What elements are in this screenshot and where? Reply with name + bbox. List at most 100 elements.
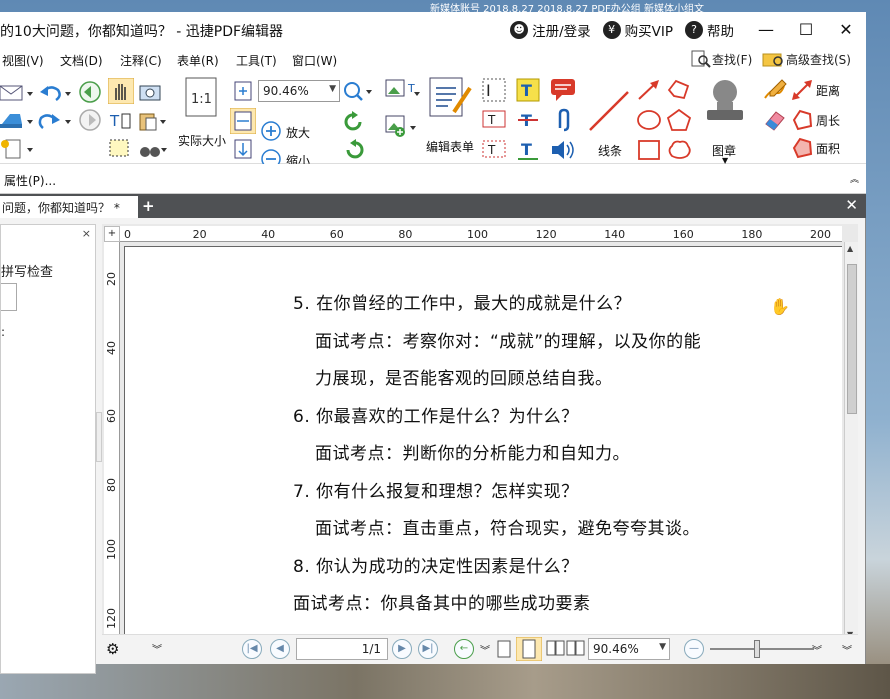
zoom-in-icon[interactable] xyxy=(260,120,282,142)
text-select-icon[interactable]: T xyxy=(108,110,134,132)
fit-width-icon[interactable] xyxy=(230,108,256,134)
pdf-page[interactable]: ✋ 5. 在你曾经的工作中，最大的成就是什么？ 面试考点：考察你对：“成就”的理解… xyxy=(124,246,842,644)
facing-page-icon[interactable] xyxy=(546,639,566,659)
vertical-scrollbar[interactable]: ▲ ▼ xyxy=(844,242,858,644)
zoom-slider[interactable] xyxy=(710,640,814,658)
maximize-button[interactable]: ☐ xyxy=(786,12,826,48)
distance-label[interactable]: 距离 xyxy=(816,82,840,99)
document-tab[interactable]: 问题，你都知道吗？ * xyxy=(0,196,138,218)
first-page-icon[interactable]: |◀ xyxy=(242,639,262,659)
next-page-icon[interactable]: ▶ xyxy=(392,639,412,659)
zoom-select[interactable]: 90.46% ▼ xyxy=(258,80,340,102)
go-back-icon[interactable]: ← xyxy=(454,639,474,659)
paste-icon[interactable] xyxy=(138,110,166,132)
menu-view[interactable]: 视图(V) xyxy=(2,52,44,69)
attachment-icon[interactable] xyxy=(552,108,574,132)
back-icon[interactable] xyxy=(78,80,102,104)
binoculars-icon[interactable] xyxy=(138,138,168,160)
line-tool-icon[interactable] xyxy=(586,88,632,134)
strikeout-icon[interactable]: T xyxy=(516,108,540,132)
help-button[interactable]: ? 帮助 xyxy=(685,20,734,40)
scroll-up-icon[interactable]: ▲ xyxy=(847,244,853,253)
side-panel-close-icon[interactable]: × xyxy=(82,227,91,240)
actual-size-icon[interactable]: 1:1 xyxy=(184,76,220,120)
fit-visible-icon[interactable] xyxy=(232,138,254,160)
add-image-icon[interactable] xyxy=(384,114,422,138)
continuous-facing-icon[interactable] xyxy=(566,639,586,659)
image-edit-icon[interactable]: T xyxy=(384,78,422,102)
actual-size-label[interactable]: 实际大小 xyxy=(178,132,226,149)
zoom-slider-knob[interactable] xyxy=(754,640,760,658)
status-right-more-icon[interactable]: ︾ xyxy=(842,642,852,657)
callout-text-icon[interactable]: T xyxy=(482,108,506,132)
area-icon[interactable] xyxy=(790,136,814,160)
ribbon-collapse-icon[interactable]: ︽ xyxy=(850,172,859,185)
last-page-icon[interactable]: ▶| xyxy=(418,639,438,659)
page-number-input[interactable]: 1/1 xyxy=(296,638,388,660)
eraser-icon[interactable] xyxy=(762,108,788,132)
ruler-corner[interactable]: + xyxy=(104,226,120,242)
email-icon[interactable] xyxy=(0,82,34,104)
cloud-tool-icon[interactable] xyxy=(666,138,692,162)
distance-icon[interactable] xyxy=(790,78,814,102)
typewriter-icon[interactable]: T xyxy=(516,78,540,102)
polyline-tool-icon[interactable] xyxy=(666,78,692,102)
nav-more-icon[interactable]: ︾ xyxy=(480,642,490,657)
add-tab-icon[interactable]: + xyxy=(142,197,155,215)
minimize-button[interactable]: — xyxy=(746,12,786,48)
settings-gear-icon[interactable]: ⚙ xyxy=(106,640,119,658)
advanced-find-button[interactable]: 高级查找(S) xyxy=(762,50,851,68)
new-document-icon[interactable] xyxy=(0,138,34,160)
buy-vip-button[interactable]: ¥ 购买VIP xyxy=(602,20,673,40)
menu-window[interactable]: 窗口(W) xyxy=(292,52,337,69)
menu-document[interactable]: 文档(D) xyxy=(60,52,103,69)
arrow-tool-icon[interactable] xyxy=(636,78,662,102)
rotate-left-icon[interactable] xyxy=(342,110,366,134)
redo-icon[interactable] xyxy=(38,110,72,132)
spellcheck-input[interactable] xyxy=(1,283,17,311)
find-button[interactable]: 查找(F) xyxy=(690,50,752,68)
properties-button[interactable]: 属性(P)... xyxy=(4,172,56,189)
perimeter-label[interactable]: 周长 xyxy=(816,112,840,129)
magnifier-icon[interactable] xyxy=(342,80,374,104)
undo-icon[interactable] xyxy=(38,82,72,104)
edit-form-label[interactable]: 编辑表单 xyxy=(426,138,474,155)
status-zoom-select[interactable]: 90.46% ▼ xyxy=(588,638,670,660)
polygon-tool-icon[interactable] xyxy=(666,108,692,132)
status-zoom-out-icon[interactable]: — xyxy=(684,639,704,659)
close-all-tabs-icon[interactable]: ✕ xyxy=(845,196,858,214)
pencil-icon[interactable] xyxy=(762,78,788,102)
text-field-icon[interactable]: I xyxy=(482,78,506,102)
status-more-icon[interactable]: ︾ xyxy=(152,641,162,656)
rotate-right-icon[interactable] xyxy=(342,138,366,162)
menu-comment[interactable]: 注释(C) xyxy=(120,52,162,69)
select-area-icon[interactable] xyxy=(108,138,134,160)
close-button[interactable]: ✕ xyxy=(826,12,866,48)
perimeter-icon[interactable] xyxy=(790,108,814,132)
forward-icon[interactable] xyxy=(78,108,102,132)
hand-tool-icon[interactable] xyxy=(108,78,134,104)
fit-page-icon[interactable] xyxy=(232,80,254,102)
menu-form[interactable]: 表单(R) xyxy=(177,52,219,69)
area-label[interactable]: 面积 xyxy=(816,140,840,157)
zoom-more-icon[interactable]: ︾ xyxy=(812,642,822,657)
ellipse-tool-icon[interactable] xyxy=(636,108,662,132)
register-button[interactable]: ☻ 注册/登录 xyxy=(510,20,591,40)
prev-page-icon[interactable]: ◀ xyxy=(270,639,290,659)
menu-tools[interactable]: 工具(T) xyxy=(236,52,277,69)
text-box-icon[interactable]: T xyxy=(482,138,506,162)
line-tool-label[interactable]: 线条 xyxy=(598,142,622,159)
single-page-icon[interactable] xyxy=(496,639,512,659)
note-icon[interactable] xyxy=(550,78,576,102)
edit-form-icon[interactable] xyxy=(428,76,474,120)
sound-icon[interactable] xyxy=(550,138,576,162)
zoom-in-label[interactable]: 放大 xyxy=(286,124,310,141)
app-window: 的10大问题，你都知道吗？ - 迅捷PDF编辑器 ☻ 注册/登录 ¥ 购买VIP… xyxy=(0,12,866,674)
scan-icon[interactable] xyxy=(0,110,34,132)
snapshot-icon[interactable] xyxy=(138,80,162,102)
scrollbar-thumb[interactable] xyxy=(847,264,857,414)
stamp-icon[interactable] xyxy=(702,76,748,126)
underline-icon[interactable]: T xyxy=(516,138,540,162)
rectangle-tool-icon[interactable] xyxy=(636,138,662,162)
continuous-page-icon[interactable] xyxy=(516,637,542,661)
